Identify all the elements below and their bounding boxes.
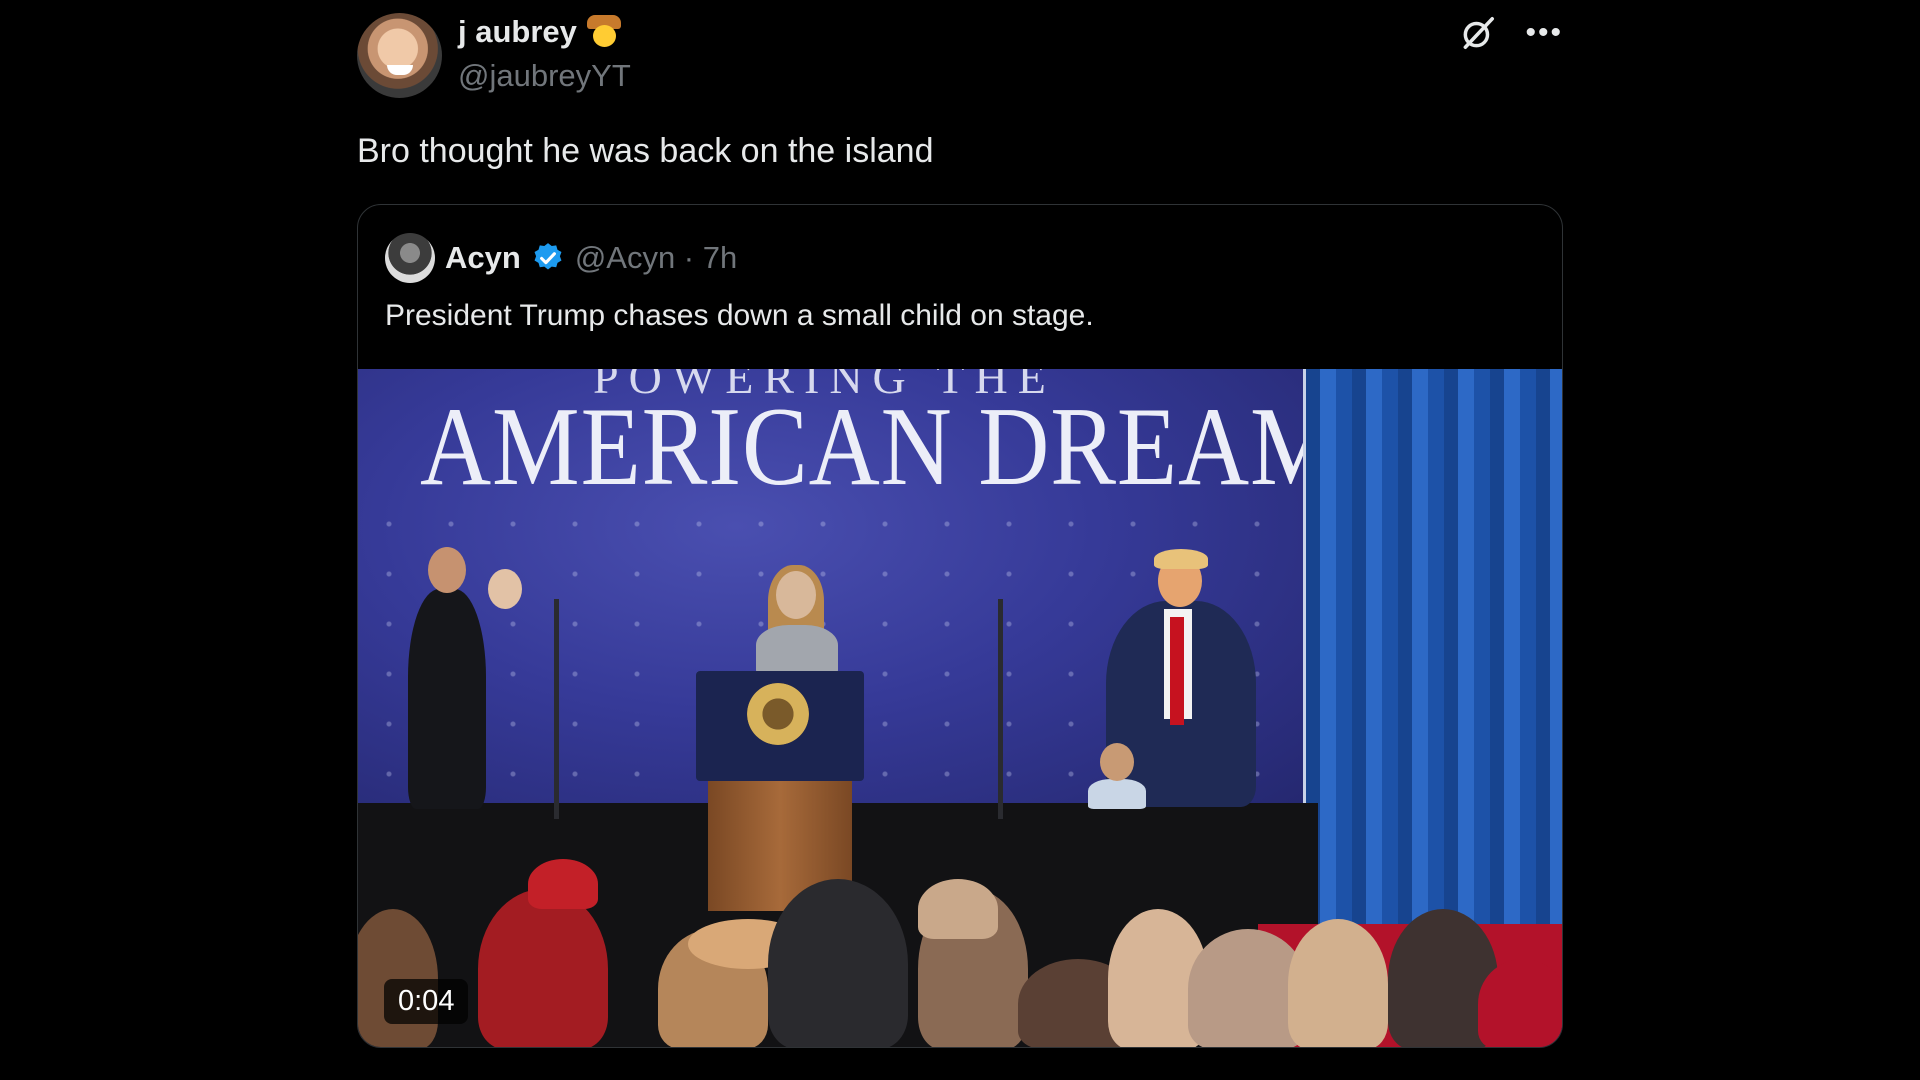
man-head — [428, 547, 466, 593]
speaker — [756, 625, 838, 675]
more-icon[interactable]: ••• — [1525, 14, 1563, 52]
small-child-head — [1100, 743, 1134, 781]
speaker-head — [776, 571, 816, 619]
tweet[interactable]: j aubrey @jaubreyYT ••• Bro thought he w… — [357, 0, 1563, 1080]
author-display-name[interactable]: j aubrey — [458, 14, 577, 50]
small-child — [1088, 779, 1146, 809]
quoted-author-row: Acyn @Acyn · 7h — [385, 233, 737, 283]
quoted-avatar[interactable] — [385, 233, 435, 283]
user-avatar[interactable] — [357, 13, 442, 98]
microphone-stand — [554, 599, 559, 819]
cowboy-face-emoji-icon — [586, 15, 621, 49]
quoted-text: President Trump chases down a small chil… — [385, 299, 1094, 332]
man-in-suit-hair — [1154, 549, 1208, 569]
red-tie — [1170, 617, 1184, 725]
audience — [358, 849, 1562, 1047]
microphone-stand — [998, 599, 1003, 819]
quoted-handle-time[interactable]: @Acyn · 7h — [575, 240, 737, 276]
grok-icon[interactable] — [1459, 14, 1497, 52]
tweet-text: Bro thought he was back on the island — [357, 132, 934, 170]
presidential-seal — [747, 683, 809, 745]
verified-badge-icon — [534, 243, 562, 270]
video-duration: 0:04 — [384, 979, 469, 1024]
author-name-row: j aubrey — [458, 14, 621, 50]
quoted-tweet[interactable]: Acyn @Acyn · 7h President Trump chases d… — [357, 204, 1563, 1048]
video-player[interactable]: POWERING THE AMERICAN DREAM 0:04 — [358, 369, 1562, 1047]
tweet-actions-top: ••• — [1459, 14, 1563, 52]
quoted-display-name[interactable]: Acyn — [445, 240, 521, 276]
backdrop-slogan: AMERICAN DREAM — [420, 385, 1339, 509]
baby — [488, 569, 522, 609]
man-holding-baby — [408, 589, 486, 809]
author-handle[interactable]: @jaubreyYT — [458, 58, 631, 94]
